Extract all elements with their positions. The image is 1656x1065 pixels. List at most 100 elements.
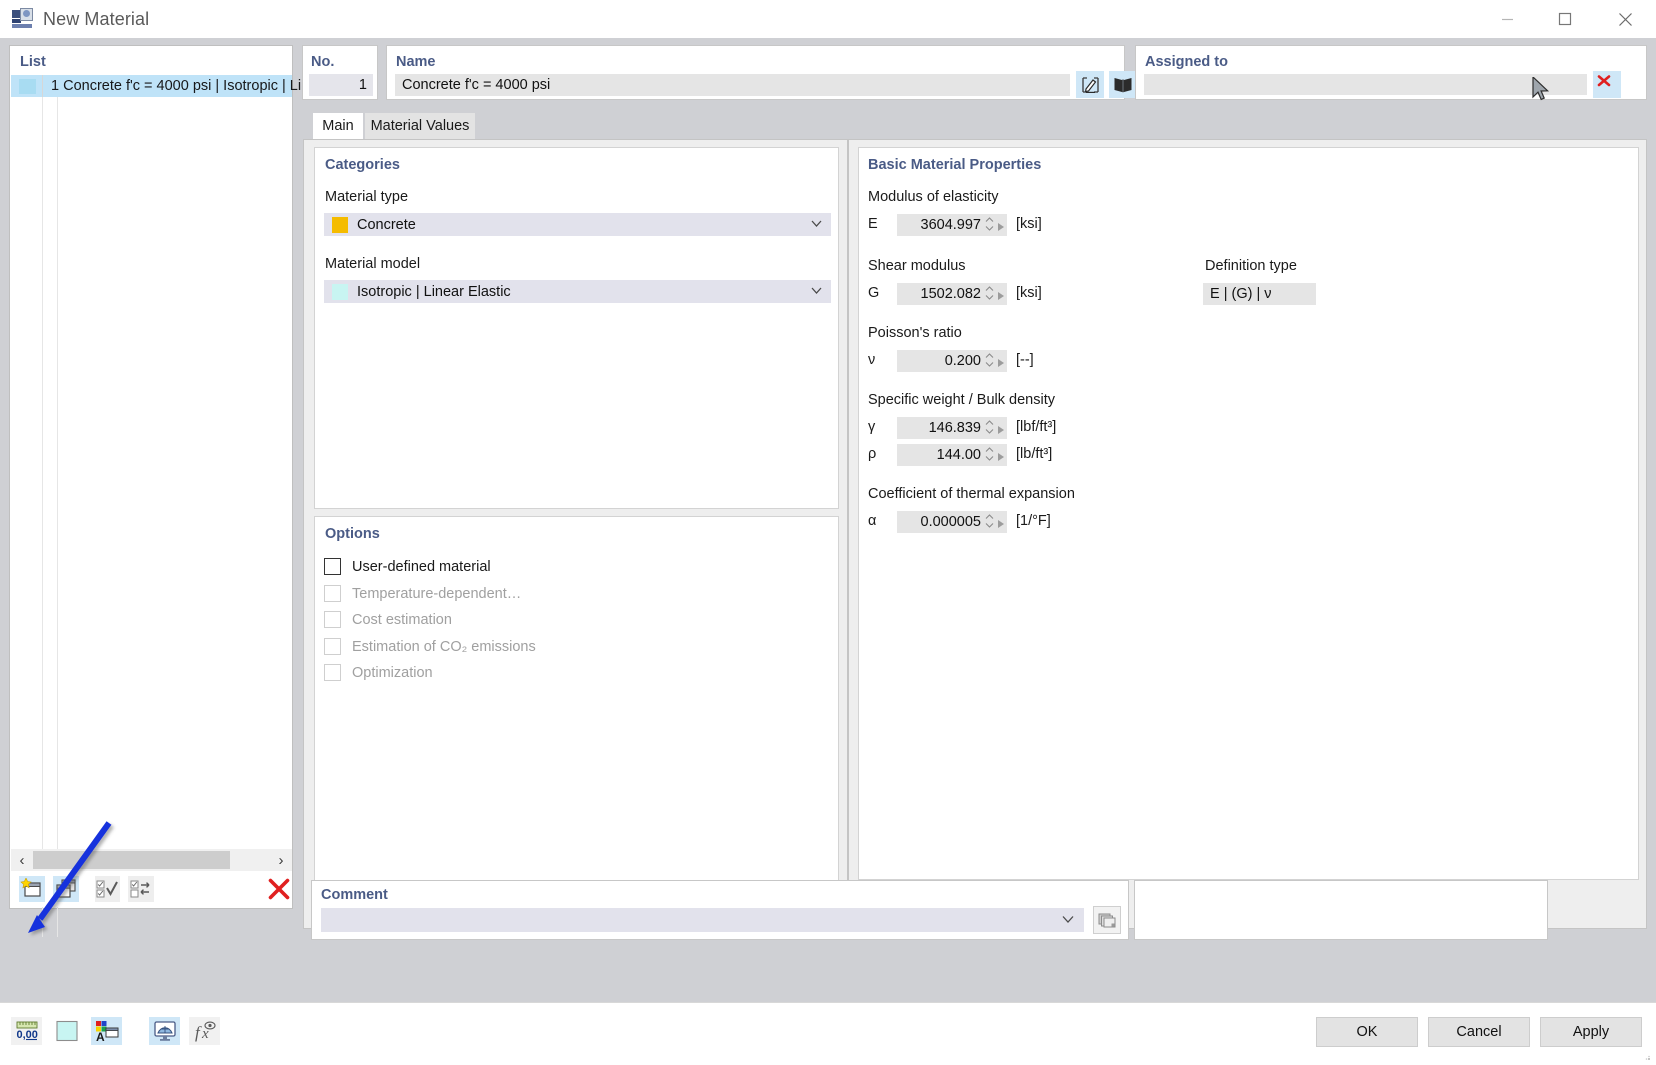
assigned-to-input[interactable] bbox=[1144, 74, 1587, 95]
maximize-button[interactable] bbox=[1536, 0, 1594, 38]
svg-text:A: A bbox=[96, 1030, 105, 1043]
checkbox[interactable] bbox=[324, 558, 341, 575]
definition-type-value[interactable]: E | (G) | ν bbox=[1203, 283, 1316, 305]
options-panel: Options User-defined material Temperatur… bbox=[314, 516, 839, 920]
material-type-swatch bbox=[332, 216, 348, 233]
material-model-combo[interactable]: Isotropic | Linear Elastic bbox=[324, 280, 831, 303]
decimal-places-button[interactable]: 0,00 bbox=[11, 1017, 42, 1045]
comment-copy-button[interactable] bbox=[1093, 906, 1121, 934]
list-item-label: 1 Concrete f'c = 4000 psi | Isotropic | … bbox=[51, 78, 331, 94]
options-title: Options bbox=[325, 526, 380, 542]
dialog-bottom-bar: 0,00 A f x OK Cancel Apply bbox=[0, 1002, 1656, 1065]
chevron-down-icon[interactable] bbox=[810, 217, 823, 235]
tab-main[interactable]: Main bbox=[313, 113, 363, 139]
list-horizontal-scrollbar[interactable]: ‹ › bbox=[11, 849, 292, 871]
specific-weight-symbol: γ bbox=[868, 419, 876, 435]
library-book-icon[interactable] bbox=[1109, 71, 1137, 98]
resize-grip-icon[interactable] bbox=[1645, 1055, 1651, 1061]
categories-title: Categories bbox=[325, 157, 400, 173]
comment-panel: Comment bbox=[311, 880, 1129, 940]
number-panel: No. 1 bbox=[302, 45, 378, 100]
option-label: Cost estimation bbox=[352, 611, 452, 628]
basic-properties-title: Basic Material Properties bbox=[868, 157, 1042, 173]
list-item-swatch bbox=[19, 78, 36, 94]
window-title: New Material bbox=[43, 8, 150, 29]
bulk-density-unit: [lb/ft³] bbox=[1016, 446, 1053, 462]
chevron-down-icon[interactable] bbox=[810, 284, 823, 302]
poissons-ratio-label: Poisson's ratio bbox=[868, 325, 962, 341]
display-properties-button[interactable]: A bbox=[91, 1017, 122, 1045]
categories-panel: Categories Material type Concrete Materi… bbox=[314, 147, 839, 509]
checkbox bbox=[324, 611, 341, 628]
option-label: Optimization bbox=[352, 664, 433, 681]
modulus-symbol: E bbox=[868, 216, 878, 232]
name-input[interactable]: Concrete f'c = 4000 psi bbox=[395, 74, 1070, 96]
definition-type-label: Definition type bbox=[1205, 258, 1297, 274]
color-preview-button[interactable] bbox=[51, 1017, 82, 1045]
new-material-button[interactable] bbox=[19, 876, 45, 902]
modulus-of-elasticity-label: Modulus of elasticity bbox=[868, 189, 999, 205]
comment-header: Comment bbox=[321, 887, 388, 903]
option-co2-emissions: Estimation of CO₂ emissions bbox=[324, 638, 536, 655]
mouse-cursor-icon bbox=[1532, 77, 1550, 101]
list-item[interactable]: 1 Concrete f'c = 4000 psi | Isotropic | … bbox=[11, 75, 330, 97]
close-button[interactable] bbox=[1594, 0, 1656, 38]
list-header: List bbox=[20, 54, 46, 70]
invert-selection-button[interactable] bbox=[128, 876, 155, 902]
formula-button[interactable]: f x bbox=[189, 1017, 220, 1045]
copy-material-button[interactable] bbox=[52, 876, 79, 902]
material-model-value: Isotropic | Linear Elastic bbox=[357, 283, 511, 300]
poisson-symbol: ν bbox=[868, 352, 876, 368]
name-panel: Name Concrete f'c = 4000 psi bbox=[386, 45, 1137, 100]
basic-material-properties-panel: Basic Material Properties Modulus of ela… bbox=[858, 147, 1639, 880]
scroll-left-icon[interactable]: ‹ bbox=[11, 849, 33, 871]
tab-bar: Main Material Values bbox=[303, 113, 1647, 139]
material-type-label: Material type bbox=[325, 189, 409, 205]
option-cost-estimation: Cost estimation bbox=[324, 611, 452, 628]
info-panel bbox=[1134, 880, 1548, 940]
render-view-button[interactable] bbox=[149, 1017, 180, 1045]
window-controls bbox=[1478, 0, 1656, 38]
option-label: User-defined material bbox=[352, 558, 491, 575]
checkbox bbox=[324, 638, 341, 655]
tab-material-values[interactable]: Material Values bbox=[365, 113, 475, 139]
bulk-density-symbol: ρ bbox=[868, 446, 877, 462]
svg-text:f: f bbox=[195, 1023, 202, 1042]
delete-material-button[interactable] bbox=[266, 876, 292, 902]
shear-modulus-label: Shear modulus bbox=[868, 258, 966, 274]
material-model-label: Material model bbox=[325, 256, 421, 272]
material-list-panel: List 1 Concrete f'c = 4000 psi | Isotrop… bbox=[9, 45, 330, 937]
option-user-defined-material[interactable]: User-defined material bbox=[324, 558, 491, 575]
list-toolbar bbox=[11, 871, 292, 907]
specific-weight-unit: [lbf/ft³] bbox=[1016, 419, 1057, 435]
assigned-clear-button[interactable] bbox=[1593, 71, 1621, 98]
name-header: Name bbox=[396, 54, 436, 70]
shear-modulus-unit: [ksi] bbox=[1016, 285, 1042, 301]
thermal-expansion-label: Coefficient of thermal expansion bbox=[868, 486, 1075, 502]
chevron-down-icon[interactable] bbox=[1061, 912, 1075, 931]
comment-input[interactable] bbox=[321, 908, 1084, 932]
ok-button[interactable]: OK bbox=[1316, 1017, 1418, 1047]
assigned-to-panel: Assigned to bbox=[1135, 45, 1647, 100]
minimize-button[interactable] bbox=[1478, 0, 1536, 38]
material-type-combo[interactable]: Concrete bbox=[324, 213, 831, 236]
specific-weight-label: Specific weight / Bulk density bbox=[868, 392, 1055, 408]
checkbox bbox=[324, 664, 341, 681]
poissons-ratio-unit: [--] bbox=[1016, 352, 1034, 368]
new-material-icon bbox=[12, 8, 34, 30]
scroll-right-icon[interactable]: › bbox=[270, 849, 292, 871]
status-icon-group: 0,00 A f x bbox=[11, 1017, 229, 1045]
option-label: Temperature-dependent… bbox=[352, 585, 522, 602]
edit-pencil-icon[interactable] bbox=[1076, 71, 1104, 98]
new-material-dialog: New Material List 1 Concrete f'c = 4000 … bbox=[0, 0, 1656, 1065]
cancel-button[interactable]: Cancel bbox=[1428, 1017, 1530, 1047]
apply-button[interactable]: Apply bbox=[1540, 1017, 1642, 1047]
main-tab-left-column: Categories Material type Concrete Materi… bbox=[303, 139, 848, 929]
option-temperature-dependent: Temperature-dependent… bbox=[324, 585, 521, 602]
select-all-button[interactable] bbox=[94, 876, 121, 902]
option-optimization: Optimization bbox=[324, 664, 433, 681]
modulus-unit: [ksi] bbox=[1016, 216, 1042, 232]
no-input[interactable]: 1 bbox=[309, 74, 373, 96]
scrollbar-thumb[interactable] bbox=[33, 851, 230, 869]
thermal-expansion-symbol: α bbox=[868, 513, 877, 529]
